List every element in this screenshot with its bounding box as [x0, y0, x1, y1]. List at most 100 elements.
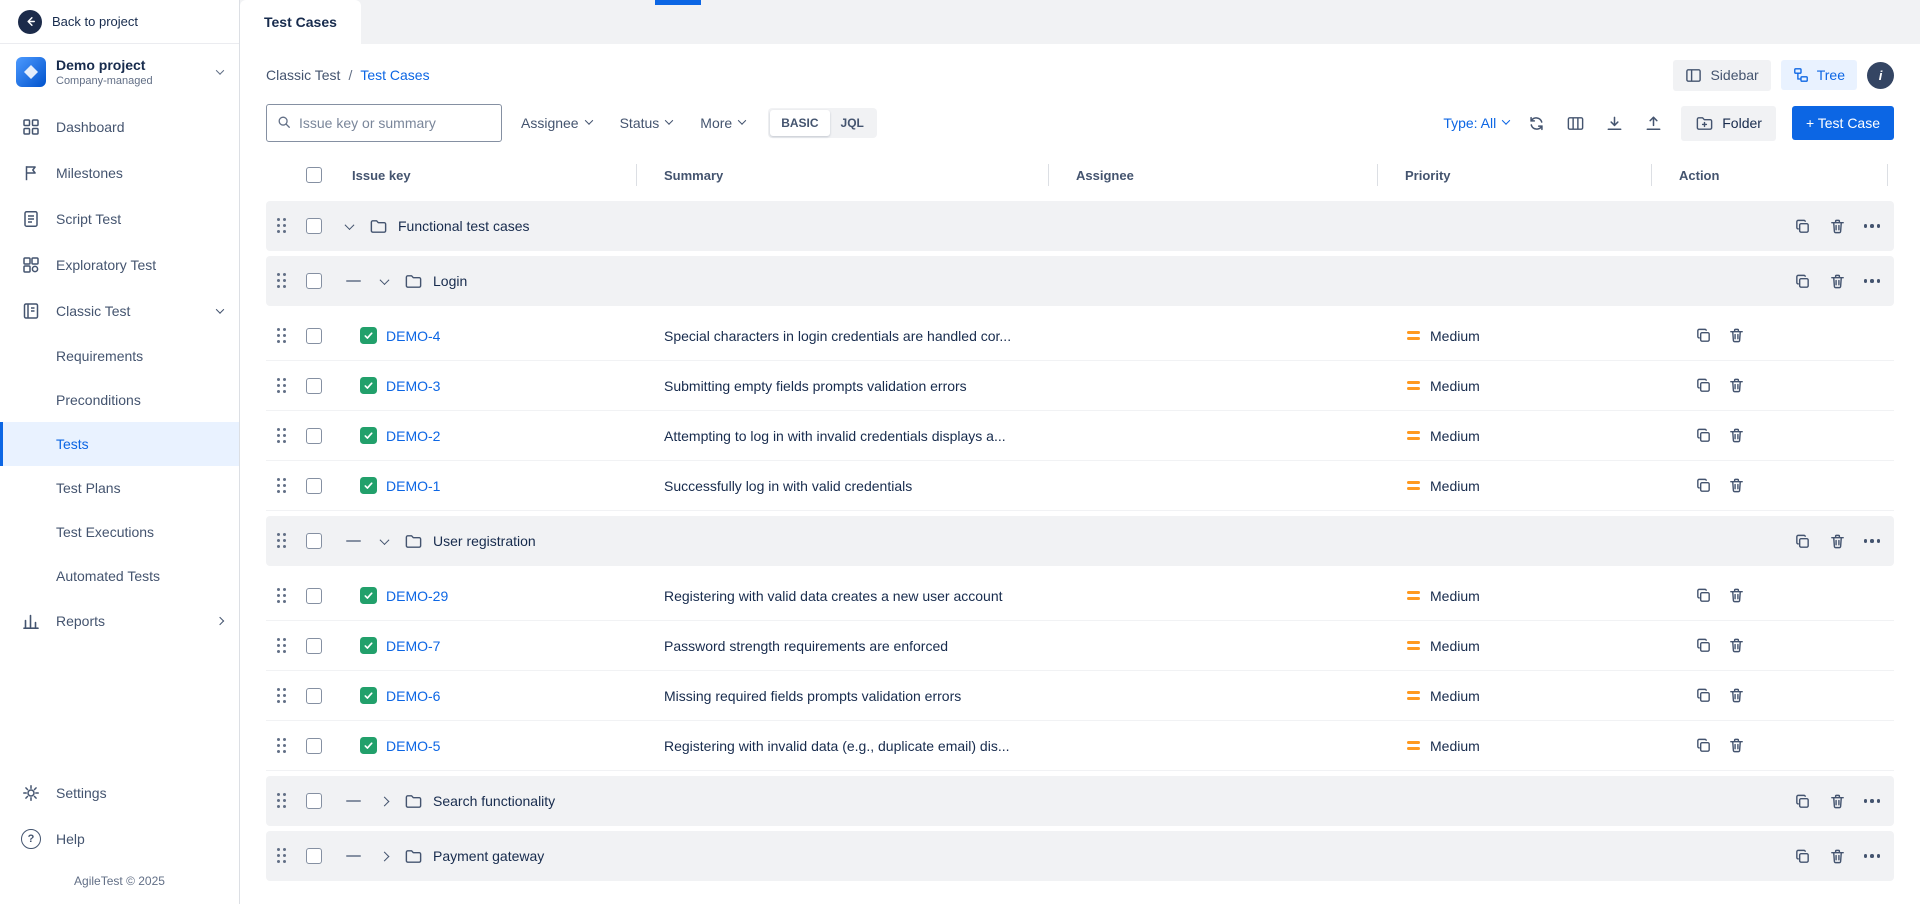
refresh-button[interactable] — [1525, 112, 1548, 135]
copy-icon[interactable] — [1695, 377, 1712, 394]
delete-icon[interactable] — [1728, 587, 1745, 604]
row-checkbox[interactable] — [306, 688, 322, 704]
delete-icon[interactable] — [1829, 848, 1846, 865]
import-button[interactable] — [1603, 112, 1626, 135]
sidebar-item-script-test[interactable]: Script Test — [0, 196, 239, 242]
row-checkbox[interactable] — [306, 428, 322, 444]
breadcrumb-current[interactable]: Test Cases — [360, 67, 429, 83]
drag-handle-icon[interactable] — [277, 638, 286, 654]
drag-handle-icon[interactable] — [277, 793, 286, 809]
delete-icon[interactable] — [1728, 477, 1745, 494]
copy-icon[interactable] — [1695, 637, 1712, 654]
more-actions-icon[interactable] — [1864, 533, 1881, 550]
collapse-chevron-icon[interactable] — [381, 538, 388, 545]
collapse-chevron-icon[interactable] — [346, 223, 353, 230]
column-header-summary[interactable]: Summary — [636, 154, 1048, 196]
delete-icon[interactable] — [1829, 273, 1846, 290]
row-checkbox[interactable] — [306, 533, 322, 549]
delete-icon[interactable] — [1829, 533, 1846, 550]
folder-name[interactable]: User registration — [433, 533, 536, 549]
tree-view-button[interactable]: Tree — [1781, 60, 1857, 90]
jql-mode-button[interactable]: JQL — [830, 110, 875, 136]
more-actions-icon[interactable] — [1864, 848, 1881, 865]
delete-icon[interactable] — [1728, 737, 1745, 754]
assignee-filter-button[interactable]: Assignee — [512, 107, 601, 139]
status-filter-button[interactable]: Status — [611, 107, 682, 139]
sidebar-item-milestones[interactable]: Milestones — [0, 150, 239, 196]
drag-handle-icon[interactable] — [277, 328, 286, 344]
search-input[interactable] — [299, 115, 491, 131]
sidebar-item-dashboard[interactable]: Dashboard — [0, 104, 239, 150]
copy-icon[interactable] — [1695, 327, 1712, 344]
delete-icon[interactable] — [1829, 793, 1846, 810]
delete-icon[interactable] — [1829, 218, 1846, 235]
row-checkbox[interactable] — [306, 478, 322, 494]
issue-key-link[interactable]: DEMO-1 — [386, 478, 440, 494]
sidebar-item-exploratory-test[interactable]: Exploratory Test — [0, 242, 239, 288]
copy-icon[interactable] — [1794, 273, 1811, 290]
more-actions-icon[interactable] — [1864, 793, 1881, 810]
sidebar-item-classic-test[interactable]: Classic Test — [0, 288, 239, 334]
delete-icon[interactable] — [1728, 687, 1745, 704]
sidebar-item-test-plans[interactable]: Test Plans — [0, 466, 239, 510]
delete-icon[interactable] — [1728, 427, 1745, 444]
breadcrumb-parent[interactable]: Classic Test — [266, 67, 340, 83]
columns-button[interactable] — [1564, 112, 1587, 135]
copy-icon[interactable] — [1695, 587, 1712, 604]
add-folder-button[interactable]: Folder — [1681, 106, 1776, 141]
copy-icon[interactable] — [1695, 427, 1712, 444]
drag-handle-icon[interactable] — [277, 428, 286, 444]
copy-icon[interactable] — [1695, 737, 1712, 754]
sidebar-view-button[interactable]: Sidebar — [1673, 60, 1770, 91]
expand-chevron-icon[interactable] — [381, 798, 388, 805]
row-checkbox[interactable] — [306, 328, 322, 344]
row-checkbox[interactable] — [306, 588, 322, 604]
tab-test-cases[interactable]: Test Cases — [240, 0, 361, 44]
drag-handle-icon[interactable] — [277, 378, 286, 394]
drag-handle-icon[interactable] — [277, 533, 286, 549]
issue-key-link[interactable]: DEMO-2 — [386, 428, 440, 444]
sidebar-item-automated-tests[interactable]: Automated Tests — [0, 554, 239, 598]
more-actions-icon[interactable] — [1864, 218, 1881, 235]
row-checkbox[interactable] — [306, 793, 322, 809]
folder-name[interactable]: Search functionality — [433, 793, 555, 809]
sidebar-item-preconditions[interactable]: Preconditions — [0, 378, 239, 422]
sidebar-item-requirements[interactable]: Requirements — [0, 334, 239, 378]
folder-name[interactable]: Login — [433, 273, 467, 289]
row-checkbox[interactable] — [306, 848, 322, 864]
collapse-chevron-icon[interactable] — [381, 278, 388, 285]
project-switcher[interactable]: Demo project Company-managed — [0, 44, 239, 98]
folder-name[interactable]: Payment gateway — [433, 848, 544, 864]
delete-icon[interactable] — [1728, 327, 1745, 344]
delete-icon[interactable] — [1728, 637, 1745, 654]
copy-icon[interactable] — [1794, 533, 1811, 550]
drag-handle-icon[interactable] — [277, 478, 286, 494]
row-checkbox[interactable] — [306, 738, 322, 754]
drag-handle-icon[interactable] — [277, 218, 286, 234]
more-actions-icon[interactable] — [1864, 273, 1881, 290]
more-filter-button[interactable]: More — [691, 107, 754, 139]
row-checkbox[interactable] — [306, 378, 322, 394]
sidebar-item-settings[interactable]: Settings — [0, 770, 239, 816]
row-checkbox[interactable] — [306, 638, 322, 654]
row-checkbox[interactable] — [306, 218, 322, 234]
folder-name[interactable]: Functional test cases — [398, 218, 530, 234]
create-test-case-button[interactable]: + Test Case — [1792, 106, 1894, 140]
copy-icon[interactable] — [1794, 848, 1811, 865]
issue-key-link[interactable]: DEMO-7 — [386, 638, 440, 654]
issue-key-link[interactable]: DEMO-29 — [386, 588, 448, 604]
sidebar-item-help[interactable]: ? Help — [0, 816, 239, 862]
sidebar-item-test-executions[interactable]: Test Executions — [0, 510, 239, 554]
expand-chevron-icon[interactable] — [381, 853, 388, 860]
drag-handle-icon[interactable] — [277, 688, 286, 704]
issue-key-link[interactable]: DEMO-3 — [386, 378, 440, 394]
delete-icon[interactable] — [1728, 377, 1745, 394]
copy-icon[interactable] — [1695, 477, 1712, 494]
column-header-assignee[interactable]: Assignee — [1048, 154, 1377, 196]
back-to-project-button[interactable]: Back to project — [0, 0, 239, 44]
select-all-checkbox[interactable] — [306, 167, 322, 183]
column-header-issue-key[interactable]: Issue key — [332, 154, 636, 196]
drag-handle-icon[interactable] — [277, 738, 286, 754]
basic-mode-button[interactable]: BASIC — [770, 110, 829, 136]
sidebar-item-tests[interactable]: Tests — [0, 422, 239, 466]
